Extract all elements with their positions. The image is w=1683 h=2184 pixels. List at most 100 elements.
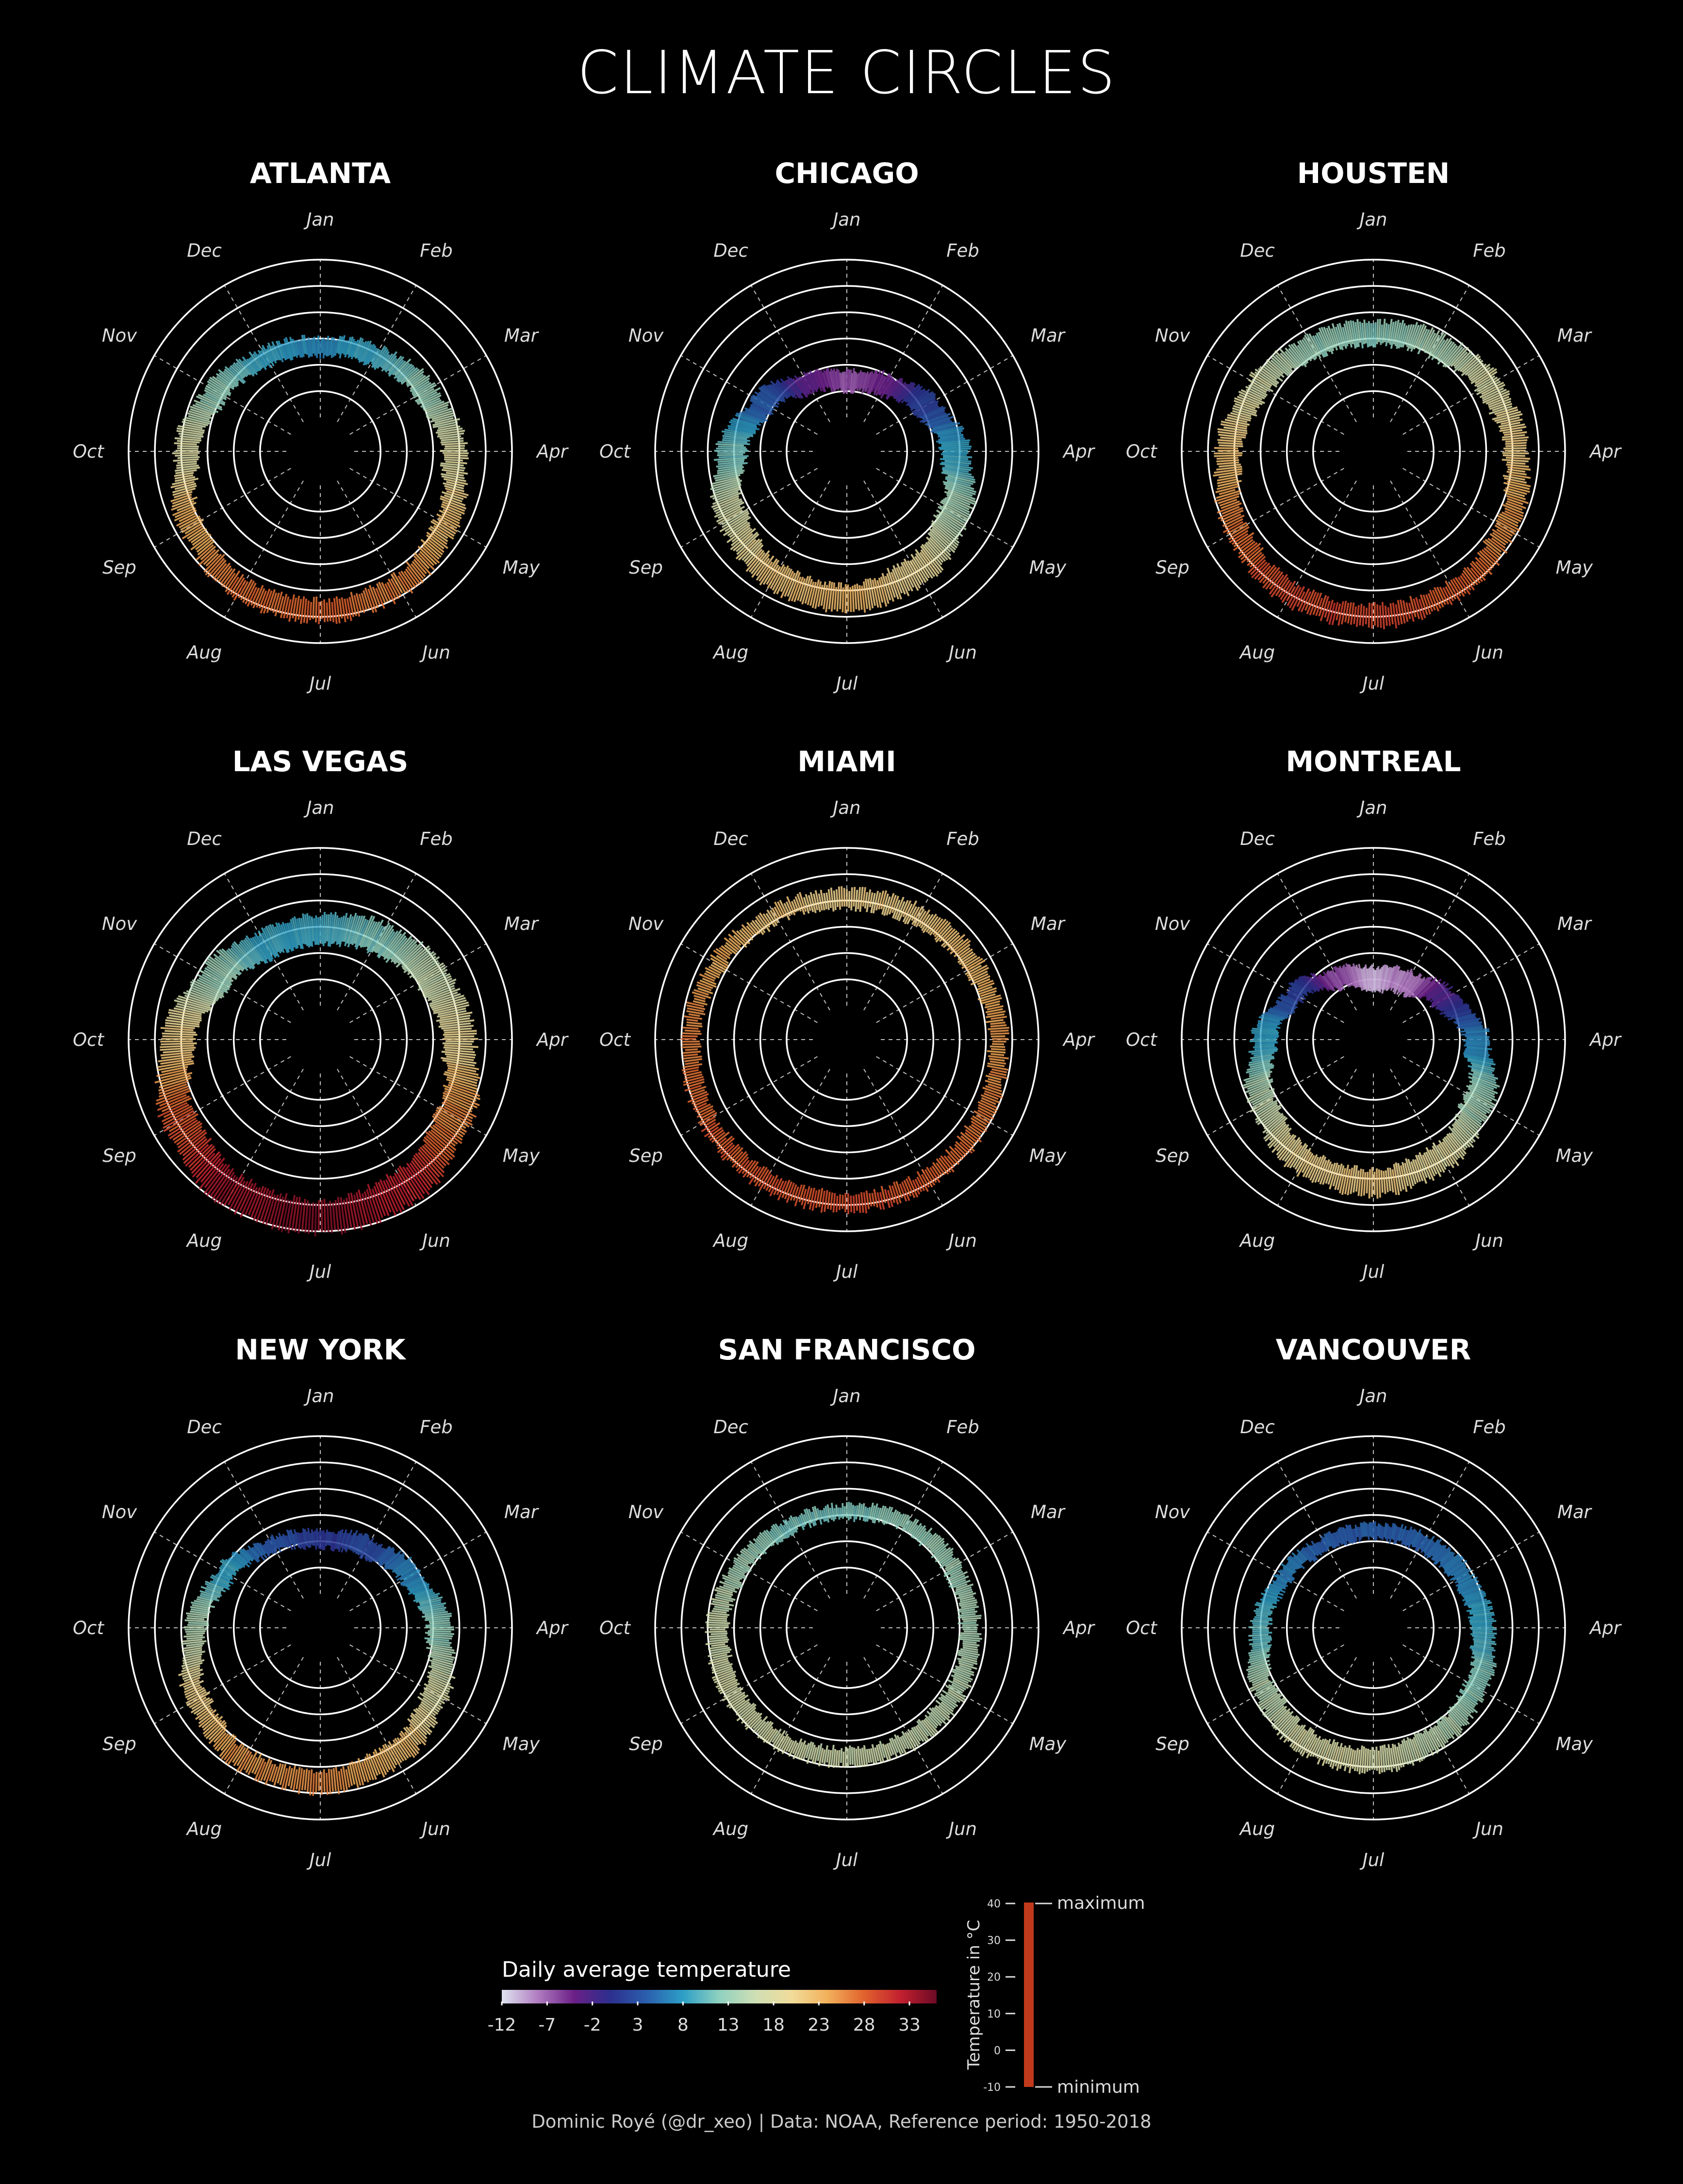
- city-title: VANCOUVER: [1276, 1333, 1471, 1366]
- color-legend-tick-label: 13: [717, 2015, 740, 2035]
- daily-bar: [938, 446, 972, 449]
- daily-bar: [1374, 322, 1377, 347]
- daily-bar: [1378, 319, 1382, 343]
- daily-bar: [717, 453, 743, 456]
- month-label: Jan: [829, 797, 860, 818]
- month-label: Mar: [504, 325, 540, 346]
- daily-bar: [177, 456, 200, 459]
- daily-bar: [1376, 319, 1379, 345]
- month-label: Oct: [73, 441, 104, 462]
- month-label: Feb: [1473, 828, 1506, 849]
- month-label: Dec: [1240, 828, 1275, 849]
- month-label: Mar: [504, 1502, 540, 1522]
- daily-bar: [990, 1045, 1006, 1048]
- daily-bar: [444, 458, 463, 462]
- daily-bar: [188, 1621, 209, 1624]
- daily-bar: [161, 1042, 197, 1045]
- daily-bar: [1378, 1524, 1382, 1539]
- daily-bar: [842, 1503, 844, 1519]
- month-label: Jun: [419, 642, 450, 663]
- daily-bar: [1470, 1628, 1497, 1631]
- daily-bar: [445, 1040, 474, 1042]
- daily-bar: [326, 602, 329, 622]
- daily-bar: [428, 1630, 451, 1633]
- daily-bar: [1219, 444, 1243, 447]
- month-label: Feb: [420, 240, 453, 261]
- daily-bar: [1368, 602, 1370, 628]
- daily-bar: [850, 887, 853, 910]
- daily-bar: [1505, 442, 1527, 445]
- daily-bar: [1378, 1169, 1381, 1198]
- range-legend-tick-label: 40: [987, 1898, 1001, 1910]
- month-label: Nov: [628, 913, 664, 934]
- daily-bar: [708, 1619, 727, 1622]
- month-label: Oct: [599, 1029, 631, 1050]
- main-title: CLIMATE CIRCLES: [577, 38, 1116, 107]
- daily-bar: [323, 599, 326, 622]
- month-label: Jun: [945, 1230, 977, 1251]
- color-legend-title: Daily average temperature: [502, 1957, 791, 1982]
- month-label: Aug: [186, 642, 222, 663]
- city-title: ATLANTA: [250, 157, 391, 190]
- daily-bar: [315, 915, 318, 945]
- daily-bar: [852, 585, 855, 612]
- month-label: Oct: [1126, 441, 1157, 462]
- range-legend-tick-label: 0: [994, 2045, 1001, 2057]
- daily-bar: [1370, 1522, 1373, 1538]
- month-label: Mar: [504, 913, 540, 934]
- daily-bar: [312, 338, 314, 354]
- range-legend-tick-label: -10: [983, 2082, 1001, 2094]
- daily-bar: [837, 1750, 841, 1768]
- month-label: Nov: [628, 325, 664, 346]
- city-title: MONTREAL: [1286, 745, 1461, 778]
- month-label: Jan: [303, 797, 334, 818]
- month-label: Oct: [599, 1618, 631, 1638]
- month-label: Aug: [712, 1230, 748, 1251]
- month-label: Nov: [1155, 1502, 1190, 1522]
- color-legend-tick-label: 8: [677, 2015, 689, 2035]
- month-label: Feb: [420, 828, 453, 849]
- daily-bar: [964, 1630, 977, 1633]
- daily-bar: [1376, 604, 1379, 628]
- daily-bar: [835, 1505, 839, 1517]
- daily-bar: [1254, 1036, 1278, 1039]
- daily-bar: [1249, 1040, 1277, 1042]
- month-label: Apr: [536, 1029, 569, 1050]
- daily-bar: [311, 1202, 314, 1232]
- daily-bar: [849, 587, 852, 612]
- daily-bar: [990, 1035, 1006, 1038]
- climate-circles-figure: CLIMATE CIRCLES ATLANTA Jan Feb Mar Apr May Ju…: [0, 0, 1683, 2184]
- month-label: Aug: [186, 1230, 222, 1251]
- month-label: Apr: [536, 441, 569, 462]
- month-label: May: [1029, 1734, 1067, 1754]
- daily-bar: [429, 1621, 451, 1625]
- month-label: Mar: [1031, 325, 1066, 346]
- daily-bar: [444, 1035, 475, 1038]
- month-label: Apr: [1589, 1618, 1622, 1638]
- daily-bar: [1362, 606, 1365, 627]
- month-label: Jun: [1472, 1230, 1503, 1251]
- color-legend-tick-label: -7: [538, 2015, 556, 2035]
- daily-bar: [853, 887, 856, 907]
- daily-bar: [1375, 1526, 1378, 1540]
- month-label: Apr: [1062, 1618, 1096, 1638]
- daily-bar: [681, 1035, 698, 1038]
- city-title: HOUSTEN: [1297, 157, 1450, 190]
- month-label: Nov: [102, 913, 137, 934]
- daily-bar: [160, 1040, 193, 1043]
- month-label: Jul: [833, 1261, 858, 1282]
- month-label: Apr: [536, 1618, 569, 1638]
- month-label: Jun: [419, 1819, 450, 1839]
- month-label: May: [1556, 1145, 1594, 1166]
- color-legend-tick-label: 18: [762, 2015, 785, 2035]
- daily-bar: [1365, 608, 1368, 625]
- month-label: Dec: [713, 1417, 748, 1438]
- month-label: Sep: [1155, 1734, 1189, 1754]
- month-label: Aug: [1239, 642, 1275, 663]
- daily-bar: [843, 888, 846, 907]
- month-label: Apr: [1589, 1029, 1622, 1050]
- daily-bar: [1472, 1631, 1497, 1635]
- daily-bar: [184, 1628, 209, 1631]
- daily-bar: [853, 1747, 857, 1766]
- daily-bar: [184, 1619, 209, 1622]
